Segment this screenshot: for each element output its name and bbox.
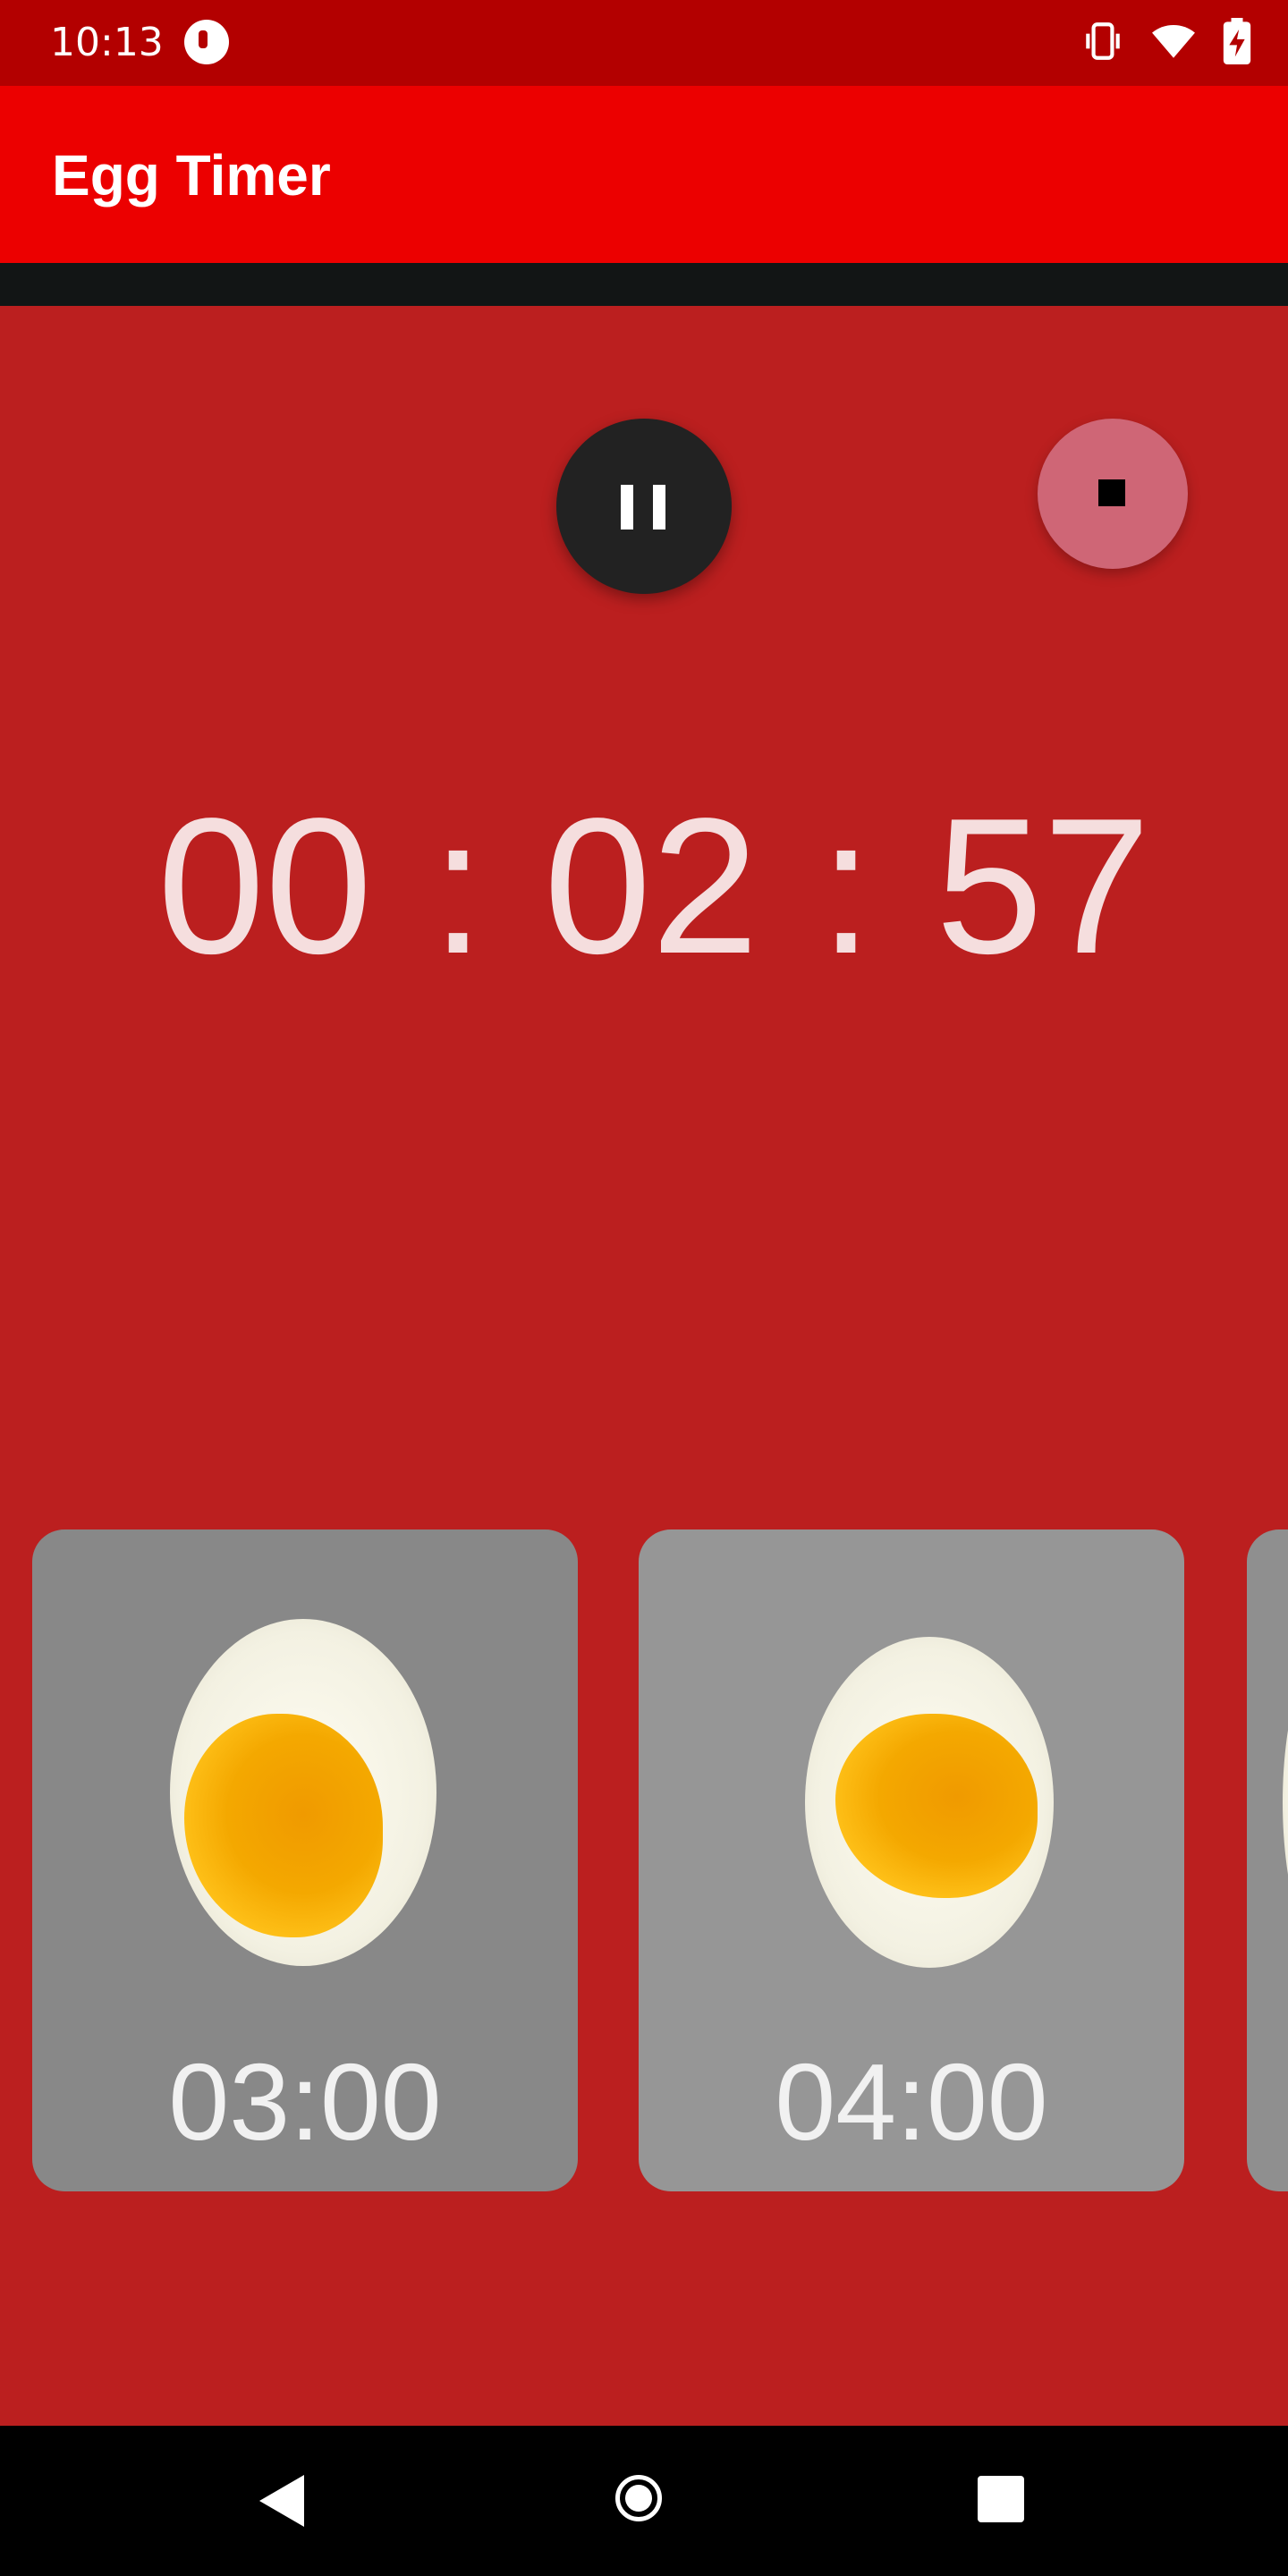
- pause-button[interactable]: [556, 419, 732, 594]
- preset-time: 03:00: [168, 2041, 442, 2163]
- preset-card[interactable]: 03:00: [32, 1530, 578, 2191]
- preset-time: 04:00: [775, 2041, 1048, 2163]
- timer-hours: 00: [157, 777, 373, 994]
- status-icons: [1080, 18, 1252, 64]
- timer-seconds: 57: [936, 777, 1151, 994]
- soft-boiled-egg-image: [170, 1619, 436, 1966]
- preset-card[interactable]: 04:00: [639, 1530, 1184, 2191]
- pause-icon: [621, 485, 633, 530]
- medium-boiled-egg-image: [805, 1637, 1054, 1968]
- vibrate-icon: [1086, 22, 1120, 60]
- battery-charging-icon: [1223, 18, 1251, 64]
- preset-list: 03:00 04:00: [0, 1530, 1288, 2191]
- navigation-bar: [0, 2426, 1288, 2576]
- status-bar: 10:13: [0, 0, 1288, 86]
- app-title: Egg Timer: [52, 143, 331, 208]
- countdown-display: 00 : 02 : 57: [0, 787, 1288, 984]
- recents-icon[interactable]: [978, 2476, 1024, 2522]
- wifi-icon: [1152, 25, 1195, 58]
- stop-icon: [1098, 479, 1125, 506]
- timer-minutes: 02: [544, 777, 759, 994]
- preset-card-partial[interactable]: [1247, 1530, 1288, 2191]
- toolbar-divider: [0, 263, 1288, 306]
- timer-separator: :: [819, 777, 874, 994]
- back-icon[interactable]: [259, 2475, 304, 2527]
- status-time: 10:13: [50, 20, 164, 65]
- stop-button[interactable]: [1038, 419, 1188, 569]
- notification-icon: [184, 20, 229, 64]
- timer-separator: :: [431, 777, 486, 994]
- home-icon[interactable]: [615, 2475, 662, 2521]
- app-bar: Egg Timer: [0, 86, 1288, 263]
